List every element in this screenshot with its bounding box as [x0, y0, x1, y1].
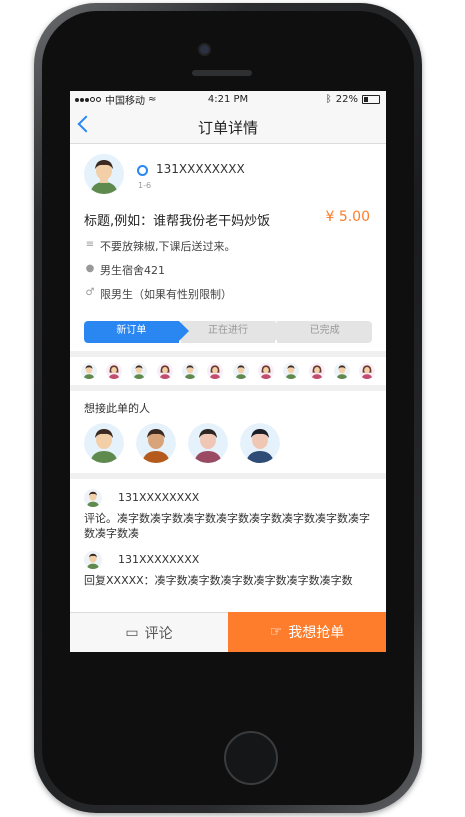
user-section: 131XXXXXXXX 1-6: [70, 144, 386, 204]
address-row: ● 男生宿舍421: [70, 258, 386, 282]
step-ongoing: 正在进行: [180, 321, 286, 343]
comment-text: 回复XXXXX：凑字数凑字数凑字数凑字数凑字数凑字数: [84, 574, 353, 587]
avatar[interactable]: [188, 423, 228, 463]
battery-icon: [362, 95, 380, 104]
gender-icon: ♂: [85, 287, 95, 298]
step-new: 新订单: [84, 321, 189, 343]
avatar[interactable]: [80, 363, 97, 379]
order-gender-limit: 限男生（如果有性别限制）: [100, 288, 232, 301]
avatar[interactable]: [232, 363, 249, 379]
bluetooth-icon: ᛒ: [325, 94, 332, 105]
speaker-grille: [192, 70, 252, 76]
avatar[interactable]: [257, 363, 274, 379]
order-progress: 新订单 正在进行 已完成: [84, 321, 373, 343]
comment-text: 评论。凑字数凑字数凑字数凑字数凑字数凑字数凑字数凑字数凑字数凑: [84, 512, 370, 540]
order-title: 标题,例如：谁帮我份老干妈炒饭: [84, 214, 271, 229]
chat-icon: ▭: [125, 624, 139, 641]
comment-button-label: 评论: [144, 625, 173, 642]
avatar[interactable]: [207, 363, 224, 379]
grab-order-button[interactable]: ☞ 我想抢单: [228, 612, 386, 652]
order-address: 男生宿舍421: [100, 264, 165, 277]
order-title-row: 标题,例如：谁帮我份老干妈炒饭 ¥ 5.00: [70, 204, 386, 234]
avatar[interactable]: [240, 423, 280, 463]
comment-item: 131XXXXXXXX 回复XXXXX：凑字数凑字数凑字数凑字数凑字数凑字数: [70, 541, 386, 588]
camera-icon: [200, 45, 209, 54]
avatar[interactable]: [359, 363, 376, 379]
step-done: 已完成: [277, 321, 373, 343]
wanters-list: [70, 414, 386, 473]
battery-percent: 22%: [335, 94, 358, 105]
comment-item: 131XXXXXXXX 评论。凑字数凑字数凑字数凑字数凑字数凑字数凑字数凑字数凑…: [70, 479, 386, 541]
avatar[interactable]: [156, 363, 173, 379]
user-level: 1-6: [138, 181, 152, 190]
home-button[interactable]: [224, 731, 278, 785]
hand-icon: ☞: [269, 624, 283, 640]
status-bar: 中国移动 ≈ 4:21 PM ᛒ 22%: [70, 91, 386, 108]
male-icon: [137, 165, 148, 176]
avatar-strip: [70, 357, 386, 385]
order-price: ¥ 5.00: [325, 209, 370, 225]
avatar[interactable]: [131, 363, 148, 379]
action-bar: ▭ 评论 ☞ 我想抢单: [70, 612, 386, 652]
gender-row: ♂ 限男生（如果有性别限制）: [70, 282, 386, 306]
avatar[interactable]: [283, 363, 300, 379]
app-screen: 中国移动 ≈ 4:21 PM ᛒ 22% 订单详情 131XXXXXXXX 1-…: [70, 91, 386, 652]
wanters-heading: 想接此单的人: [84, 402, 150, 415]
grab-button-label: 我想抢单: [288, 625, 345, 641]
avatar[interactable]: [333, 363, 350, 379]
order-note: 不要放辣椒,下课后送过来。: [100, 240, 236, 253]
avatar[interactable]: [136, 423, 176, 463]
avatar[interactable]: [308, 363, 325, 379]
user-phone: 131XXXXXXXX: [156, 162, 245, 176]
note-row: ≡ 不要放辣椒,下课后送过来。: [70, 234, 386, 258]
note-icon: ≡: [85, 239, 95, 250]
avatar[interactable]: [84, 154, 124, 194]
page-title: 订单详情: [197, 119, 258, 137]
location-icon: ●: [85, 263, 95, 274]
comment-button[interactable]: ▭ 评论: [70, 612, 228, 652]
avatar[interactable]: [84, 423, 124, 463]
avatar[interactable]: [84, 551, 102, 569]
avatar[interactable]: [84, 489, 102, 507]
avatar[interactable]: [181, 363, 198, 379]
comment-author: 131XXXXXXXX: [118, 553, 200, 566]
nav-bar: 订单详情: [70, 108, 386, 144]
comment-author: 131XXXXXXXX: [118, 491, 200, 504]
avatar[interactable]: [105, 363, 122, 379]
